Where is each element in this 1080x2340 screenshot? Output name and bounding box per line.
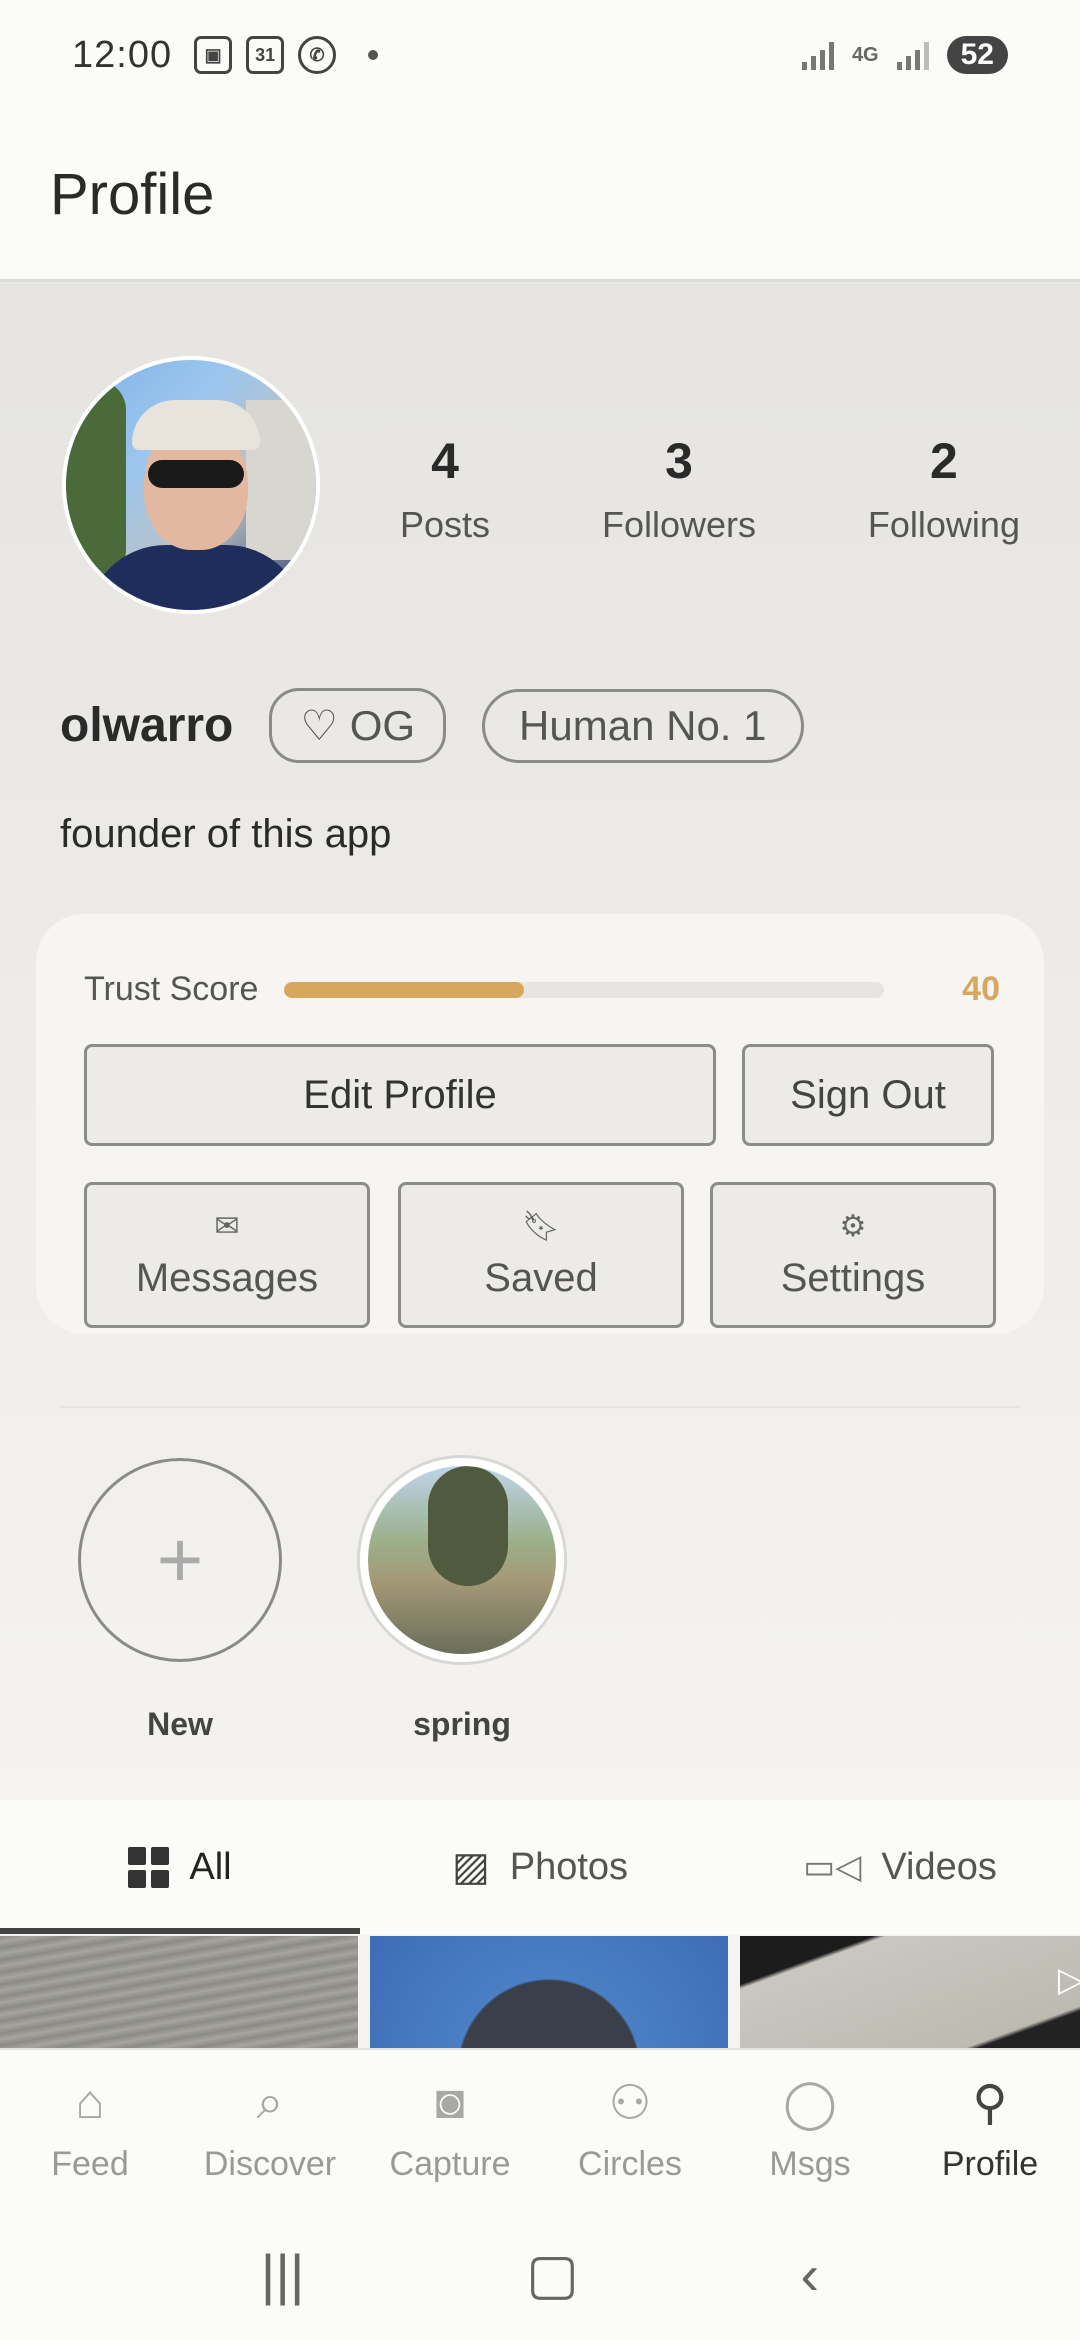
- chat-icon: ◯: [783, 2076, 837, 2130]
- tab-all[interactable]: All: [0, 1800, 360, 1934]
- nav-msgs[interactable]: ◯ Msgs: [720, 2050, 900, 2208]
- home-icon: ⌂: [75, 2076, 105, 2129]
- edit-profile-button[interactable]: Edit Profile: [84, 1044, 716, 1146]
- profile-section: 4 Posts 3 Followers 2 Following olwarro …: [0, 284, 1080, 1800]
- stat-value: 4: [431, 433, 459, 489]
- divider: [60, 1406, 1020, 1408]
- home-button-icon[interactable]: ▢: [526, 2241, 579, 2307]
- plus-icon: +: [78, 1458, 282, 1662]
- nav-feed[interactable]: ⌂ Feed: [0, 2050, 180, 2208]
- trust-score: Trust Score 40: [84, 970, 1000, 1009]
- stat-label: Followers: [601, 504, 756, 545]
- stat-following[interactable]: 2 Following: [868, 432, 1020, 546]
- signal-icon-2: [896, 40, 929, 70]
- nav-label: Capture: [389, 2144, 511, 2183]
- signal-icon: [801, 40, 834, 70]
- stat-label: Following: [867, 504, 1020, 545]
- battery-indicator: 52: [946, 36, 1008, 74]
- username: olwarro: [60, 699, 234, 752]
- nav-label: Feed: [51, 2144, 129, 2183]
- post-grid: ▷: [0, 1936, 1080, 2048]
- human-number-badge: Human No. 1: [482, 688, 804, 763]
- trust-score-label: Trust Score: [84, 970, 259, 1008]
- people-icon: ⚇: [608, 2076, 652, 2130]
- og-badge: ♡ OG: [269, 688, 447, 763]
- bookmark-icon: 🔖︎: [521, 1210, 561, 1243]
- network-type-icon: 4G: [851, 44, 879, 66]
- video-icon: ▭◁: [803, 1848, 862, 1886]
- name-row: olwarro ♡ OG Human No. 1: [60, 688, 804, 763]
- search-icon: ⌕: [256, 2075, 284, 2129]
- profile-stats: 4 Posts 3 Followers 2 Following: [400, 432, 1020, 546]
- envelope-icon: ✉: [214, 1210, 240, 1243]
- more-notifications-icon: [368, 50, 379, 60]
- profile-actions-card: Trust Score 40 Edit Profile Sign Out ✉ M…: [36, 914, 1044, 1334]
- stat-label: Posts: [400, 504, 491, 545]
- stat-value: 2: [930, 433, 958, 489]
- tab-photos[interactable]: ▨ Photos: [360, 1800, 720, 1934]
- grid-icon: [128, 1846, 170, 1888]
- story-label: spring: [413, 1706, 511, 1742]
- tab-label: Videos: [881, 1845, 997, 1888]
- avatar[interactable]: [62, 356, 320, 614]
- nav-label: Circles: [578, 2144, 682, 2183]
- recent-apps-icon[interactable]: |||: [261, 2242, 305, 2307]
- nav-label: Discover: [203, 2144, 337, 2183]
- saved-button[interactable]: 🔖︎ Saved: [398, 1182, 684, 1328]
- nav-discover[interactable]: ⌕ Discover: [180, 2050, 360, 2208]
- gear-icon: ⚙: [839, 1210, 867, 1243]
- settings-label: Settings: [780, 1256, 926, 1300]
- image-icon: ▨: [451, 1845, 490, 1889]
- content-tabs: All ▨ Photos ▭◁ Videos: [0, 1800, 1080, 1934]
- nav-circles[interactable]: ⚇ Circles: [540, 2050, 720, 2208]
- trust-score-value: 40: [962, 970, 1000, 1008]
- nav-capture[interactable]: ◙ Capture: [360, 2050, 540, 2208]
- screenshot-icon: ▣: [194, 36, 233, 74]
- stat-followers[interactable]: 3 Followers: [602, 432, 756, 546]
- messages-button[interactable]: ✉ Messages: [84, 1182, 370, 1328]
- page-title: Profile: [50, 162, 215, 227]
- tab-label: All: [189, 1845, 232, 1888]
- stat-value: 3: [665, 433, 693, 489]
- new-story-button[interactable]: + New: [70, 1458, 290, 1743]
- play-icon: ▷: [1057, 1961, 1080, 1999]
- saved-label: Saved: [484, 1256, 598, 1300]
- settings-button[interactable]: ⚙ Settings: [710, 1182, 996, 1328]
- story-label: New: [147, 1706, 213, 1742]
- calendar-icon: 31: [246, 36, 285, 74]
- post-thumbnail[interactable]: [0, 1936, 358, 2048]
- nav-label: Msgs: [769, 2144, 851, 2183]
- trust-score-fill: [284, 981, 525, 998]
- nav-profile[interactable]: ⚲ Profile: [900, 2050, 1080, 2208]
- tab-videos[interactable]: ▭◁ Videos: [720, 1800, 1080, 1934]
- status-bar: 12:00 ▣ 31 ✆ 4G 52: [0, 0, 1080, 110]
- trust-score-bar: [284, 981, 885, 998]
- notification-icons: ▣ 31 ✆: [194, 36, 379, 74]
- post-thumbnail[interactable]: ▷: [740, 1936, 1080, 2048]
- status-time: 12:00: [72, 33, 173, 76]
- bio: founder of this app: [60, 812, 392, 856]
- back-icon[interactable]: ‹: [801, 2242, 820, 2307]
- stat-posts[interactable]: 4 Posts: [400, 432, 490, 546]
- story-thumbnail: [360, 1458, 564, 1662]
- camera-icon: ◙: [435, 2076, 465, 2129]
- whatsapp-icon: ✆: [298, 36, 337, 74]
- tab-label: Photos: [509, 1845, 629, 1888]
- bottom-nav: ⌂ Feed ⌕ Discover ◙ Capture ⚇ Circles ◯ …: [0, 2048, 1080, 2208]
- story-highlight[interactable]: spring: [352, 1458, 572, 1743]
- system-nav-bar: ||| ▢ ‹: [0, 2208, 1080, 2340]
- sign-out-button[interactable]: Sign Out: [742, 1044, 994, 1146]
- user-icon: ⚲: [972, 2076, 1008, 2130]
- post-thumbnail[interactable]: [370, 1936, 728, 2048]
- app-header: Profile: [0, 110, 1080, 282]
- messages-label: Messages: [135, 1256, 319, 1300]
- nav-label: Profile: [941, 2144, 1039, 2183]
